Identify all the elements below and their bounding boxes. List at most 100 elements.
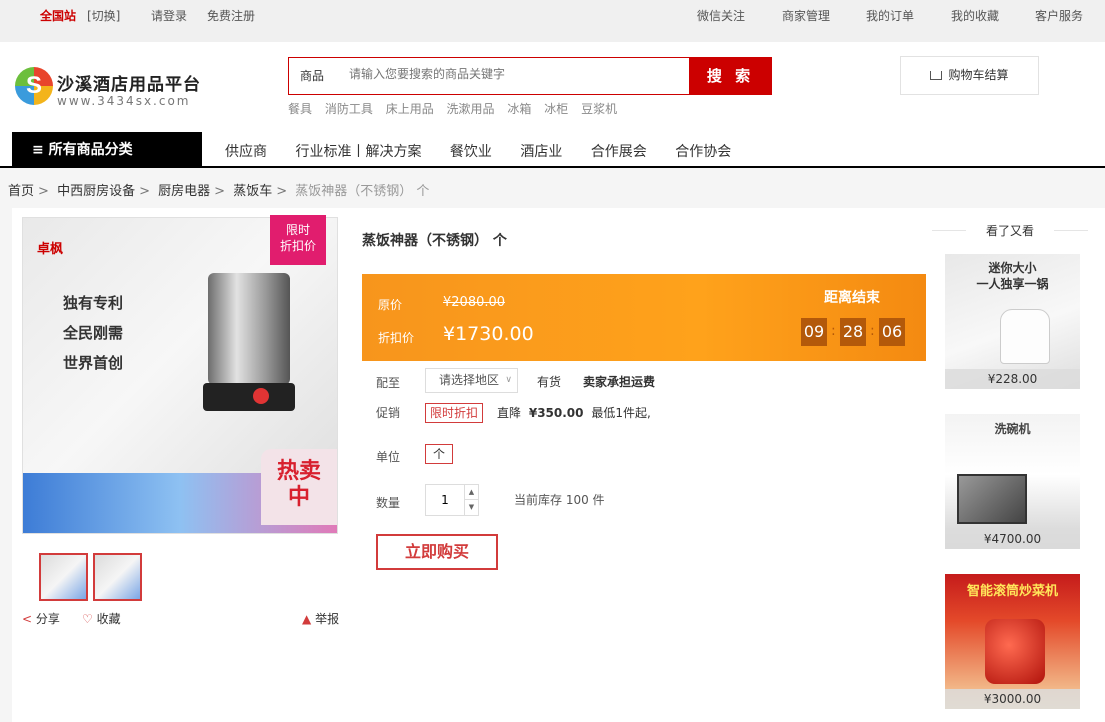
thumbnail-1[interactable] — [39, 553, 88, 601]
discount-price: ¥1730.00 — [443, 323, 534, 345]
register-link[interactable]: 免费注册 — [207, 7, 255, 24]
top-bar: 全国站 [切换] 请登录 免费注册 微信关注 商家管理 我的订单 我的收藏 客户… — [0, 0, 1105, 42]
price-box: 原价 ¥2080.00 折扣价 ¥1730.00 距离结束 09 : 28 : … — [362, 274, 926, 361]
share-label: 分享 — [35, 612, 60, 626]
image-slogan: 独有专利 全民刚需 世界首创 — [63, 294, 124, 372]
favorite-button[interactable]: ♡ 收藏 — [82, 610, 121, 627]
logo-icon[interactable] — [15, 67, 53, 105]
search-button[interactable]: 搜 索 — [689, 57, 772, 95]
share-icon: < — [22, 612, 33, 626]
original-price: ¥2080.00 — [443, 295, 506, 310]
related-item[interactable]: 迷你大小 一人独享一锅 ¥228.00 — [945, 254, 1080, 389]
site-label: 全国站 — [40, 9, 77, 23]
promotion-text: 直降 ¥350.00 最低1件起, — [497, 404, 651, 421]
product-title: 蒸饭神器（不锈钢） 个 — [362, 233, 507, 249]
chevron-right-icon: > — [139, 184, 150, 199]
cooking-machine-illustration — [985, 619, 1045, 684]
nav-item-hotel[interactable]: 酒店业 — [520, 144, 562, 160]
cart-label: 购物车结算 — [948, 68, 1009, 82]
related-price: ¥3000.00 — [945, 689, 1080, 709]
breadcrumb-home[interactable]: 首页 — [8, 184, 34, 199]
thumbnail-2[interactable] — [93, 553, 142, 601]
discount-price-label: 折扣价 — [378, 331, 415, 345]
hot-word[interactable]: 冰箱 — [507, 102, 531, 116]
nav-item-catering[interactable]: 餐饮业 — [450, 144, 492, 160]
promotion-label: 促销 — [376, 406, 401, 420]
search-input[interactable] — [349, 67, 669, 81]
nav-item-solutions[interactable]: 行业标准丨解决方案 — [295, 144, 421, 160]
region-select[interactable]: 请选择地区 ∨ — [425, 368, 518, 393]
nav-item-exhibitions[interactable]: 合作展会 — [591, 144, 647, 160]
related-caption: 迷你大小 一人独享一锅 — [976, 261, 1049, 291]
main-nav: ≡ 所有商品分类 供应商 行业标准丨解决方案 餐饮业 酒店业 合作展会 合作协会 — [0, 132, 1105, 168]
cart-icon — [930, 71, 943, 80]
search-category[interactable]: 商品 — [300, 67, 324, 84]
warning-icon: ▲ — [302, 612, 312, 626]
report-button[interactable]: ▲ 举报 — [302, 610, 339, 627]
hot-sale-badge: 热卖 中 — [261, 449, 337, 525]
nav-links: 供应商 行业标准丨解决方案 餐饮业 酒店业 合作展会 合作协会 — [225, 141, 755, 161]
countdown-separator: : — [870, 323, 875, 339]
quantity-input[interactable] — [426, 485, 464, 515]
brand-logo: 卓枫 — [37, 242, 64, 257]
breadcrumb-item[interactable]: 厨房电器 — [158, 184, 210, 199]
unit-option[interactable]: 个 — [425, 444, 453, 464]
favorite-label: 收藏 — [96, 612, 121, 626]
hot-word[interactable]: 洗漱用品 — [447, 102, 495, 116]
rice-steamer-illustration — [208, 273, 290, 385]
limited-discount-badge: 限时 折扣价 — [270, 215, 326, 265]
merchant-link[interactable]: 商家管理 — [782, 7, 830, 24]
steamer-base — [203, 383, 295, 411]
breadcrumb-current: 蒸饭神器（不锈钢） 个 — [295, 184, 430, 199]
hot-word[interactable]: 消防工具 — [325, 102, 373, 116]
countdown-separator: : — [831, 323, 836, 339]
hot-word[interactable]: 冰柜 — [544, 102, 568, 116]
share-button[interactable]: < 分享 — [22, 610, 60, 627]
breadcrumb: 首页 > 中西厨房设备 > 厨房电器 > 蒸饭车 > 蒸饭神器（不锈钢） 个 — [8, 180, 429, 199]
heart-icon: ♡ — [82, 612, 93, 626]
hot-word[interactable]: 餐具 — [288, 102, 312, 116]
my-orders-link[interactable]: 我的订单 — [866, 7, 914, 24]
quantity-up-icon[interactable]: ▲ — [464, 485, 478, 500]
hot-words: 餐具 消防工具 床上用品 洗漱用品 冰箱 冰柜 豆浆机 — [288, 100, 626, 117]
quantity-stepper: ▲ ▼ — [425, 484, 479, 516]
chevron-right-icon: > — [214, 184, 226, 199]
related-price: ¥228.00 — [945, 369, 1080, 389]
promotion-desc: 直降 — [497, 406, 522, 420]
countdown-seconds: 06 — [879, 318, 905, 346]
region-select-value: 请选择地区 — [439, 373, 500, 387]
search-box: 商品 — [288, 57, 690, 95]
header: 沙溪酒店用品平台 www.3434sx.com 商品 搜 索 餐具 消防工具 床… — [0, 42, 1105, 132]
unit-label: 单位 — [376, 450, 401, 464]
switch-site-link[interactable]: [切换] — [87, 7, 120, 24]
promotion-tag: 限时折扣 — [425, 403, 484, 423]
hot-word[interactable]: 床上用品 — [386, 102, 434, 116]
countdown-hours: 09 — [801, 318, 827, 346]
quantity-down-icon[interactable]: ▼ — [464, 500, 478, 515]
quantity-label: 数量 — [376, 496, 401, 510]
logo-name[interactable]: 沙溪酒店用品平台 — [57, 70, 201, 95]
ship-to-label: 配至 — [376, 376, 401, 390]
original-price-label: 原价 — [378, 298, 403, 312]
cart-button[interactable]: 购物车结算 — [900, 56, 1039, 95]
dishwasher-illustration — [957, 474, 1027, 524]
breadcrumb-item[interactable]: 蒸饭车 — [233, 184, 272, 199]
wechat-link[interactable]: 微信关注 — [697, 7, 745, 24]
nav-item-associations[interactable]: 合作协会 — [675, 144, 731, 160]
related-caption: 洗碗机 — [994, 422, 1031, 436]
customer-service-link[interactable]: 客户服务 — [1035, 7, 1083, 24]
related-item[interactable]: 洗碗机 ¥4700.00 — [945, 414, 1080, 549]
hot-word[interactable]: 豆浆机 — [581, 102, 617, 116]
breadcrumb-item[interactable]: 中西厨房设备 — [57, 184, 135, 199]
login-link[interactable]: 请登录 — [151, 7, 187, 24]
promotion-min: 最低1件起, — [591, 406, 651, 420]
related-item[interactable]: 智能滚筒炒菜机 ¥3000.00 — [945, 574, 1080, 709]
report-label: 举报 — [315, 612, 340, 626]
stock-status: 有货 — [537, 375, 562, 389]
my-favorites-link[interactable]: 我的收藏 — [951, 7, 999, 24]
nav-item-suppliers[interactable]: 供应商 — [225, 144, 267, 160]
buy-now-button[interactable]: 立即购买 — [376, 534, 498, 570]
countdown-minutes: 28 — [840, 318, 866, 346]
all-categories-button[interactable]: ≡ 所有商品分类 — [12, 132, 202, 168]
related-title: 看了又看 — [932, 222, 1088, 239]
